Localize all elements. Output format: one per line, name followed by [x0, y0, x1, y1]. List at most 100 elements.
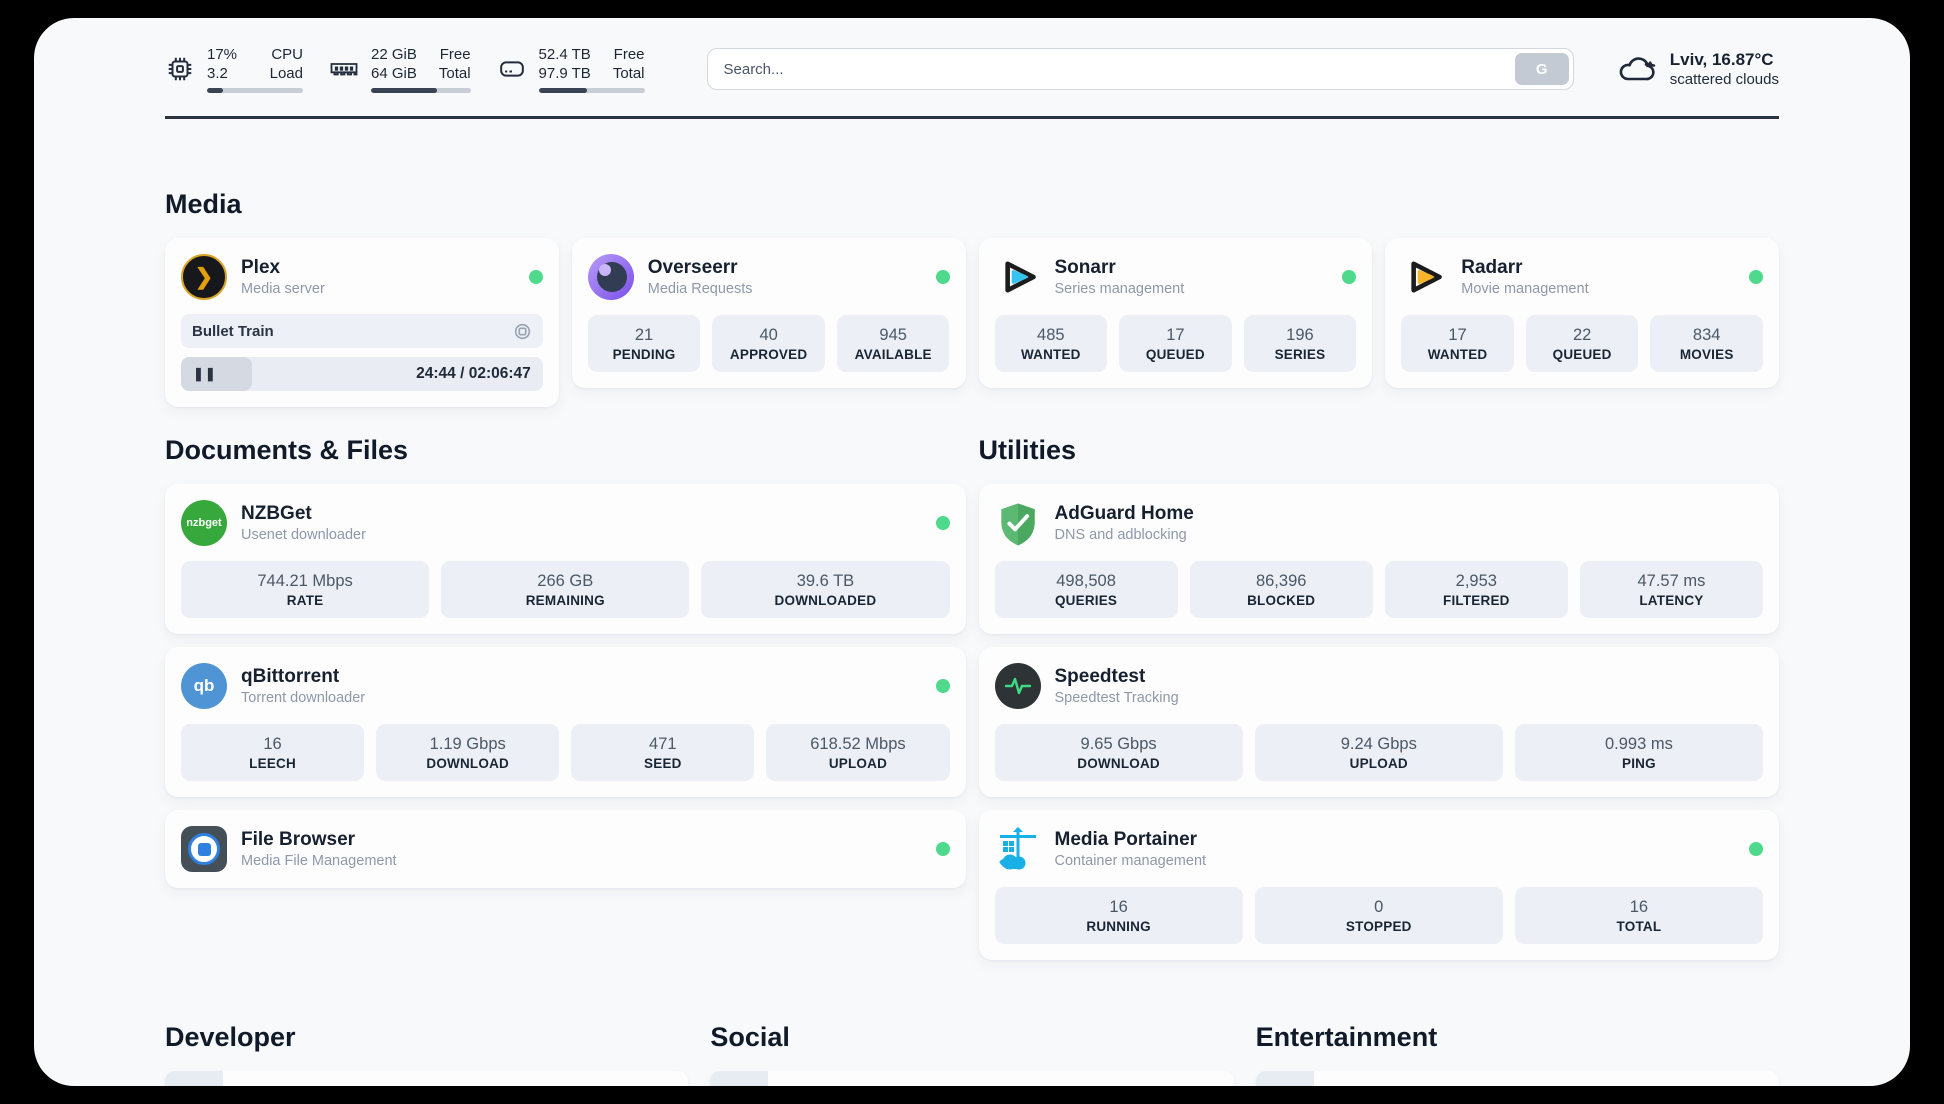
app-card-portainer[interactable]: Media Portainer Container management 16 … — [978, 810, 1779, 960]
stat-pill: 16 TOTAL — [1514, 887, 1764, 944]
section-title-entertainment: Entertainment — [1255, 1022, 1438, 1052]
app-name: Sonarr — [1054, 256, 1116, 278]
stat-label: MOVIES — [1679, 347, 1734, 362]
stat-pill: 16 LEECH — [181, 724, 365, 781]
nzbget-wordmark: nzbget — [186, 517, 222, 529]
stat-pill: 744.21 Mbps RATE — [181, 561, 430, 618]
app-card-radarr[interactable]: Radarr Movie management 17 WANTED 22 QUE… — [1385, 238, 1779, 388]
bookmark-name: Github — [240, 1085, 290, 1086]
stat-pill: 266 GB REMAINING — [441, 561, 690, 618]
app-description: Speedtest Tracking — [1054, 689, 1179, 706]
search-engine-button[interactable]: G — [1514, 53, 1569, 85]
stat-label: DOWNLOAD — [1077, 756, 1160, 771]
stat-pill: 471 SEED — [571, 724, 755, 781]
section-title-documents: Documents & Files — [165, 435, 409, 465]
search-bar: G — [706, 48, 1574, 90]
app-card-plex[interactable]: ❯ Plex Media server Bullet Train ❚❚ 24:4… — [165, 238, 559, 407]
bookmark-link[interactable]: GH Github github.com — [165, 1071, 689, 1086]
stat-label: TOTAL — [1616, 919, 1662, 934]
stat-label: REMAINING — [525, 593, 605, 608]
entertainment-section: Entertainment YT YouTube youtube.com NF … — [1255, 1022, 1779, 1086]
social-links: LI LinkedIn linkedin.com TW Twitter twit… — [710, 1071, 1234, 1086]
section-title-utilities: Utilities — [978, 435, 1077, 465]
status-dot — [935, 679, 950, 693]
status-dot — [1749, 270, 1763, 284]
bookmark-link[interactable]: LI LinkedIn linkedin.com — [710, 1071, 1234, 1086]
status-dot — [528, 270, 543, 284]
stat-label: QUERIES — [1054, 593, 1118, 608]
plex-chevron-glyph: ❯ — [194, 264, 214, 289]
stat-value: 22 — [1572, 326, 1592, 344]
app-card-sonarr[interactable]: Sonarr Series management 485 WANTED 17 Q… — [978, 238, 1373, 388]
developer-section: Developer GH Github github.com SO StackO… — [165, 1022, 689, 1086]
stat-pill: 47.57 ms LATENCY — [1579, 561, 1763, 618]
stats-row: 16 RUNNING 0 STOPPED 16 TOTAL — [994, 887, 1764, 944]
stat-pill: 22 QUEUED — [1525, 315, 1639, 372]
status-dot — [935, 842, 950, 856]
stat-pill: 2,953 FILTERED — [1384, 561, 1568, 618]
weather-location: Lviv, 16.87°C — [1669, 49, 1774, 69]
cpu-usage-value: 17% — [207, 46, 238, 63]
stat-value: 47.57 ms — [1637, 572, 1706, 590]
stat-label: LEECH — [249, 756, 296, 771]
status-dot — [1342, 270, 1357, 284]
stat-pill: 86,396 BLOCKED — [1189, 561, 1373, 618]
sonarr-icon — [1004, 261, 1036, 293]
stat-pill: 945 AVAILABLE — [836, 315, 950, 372]
app-description: Media Requests — [647, 280, 753, 297]
app-card-filebrowser[interactable]: File Browser Media File Management — [165, 810, 966, 888]
playback-time: 24:44 / 02:06:47 — [416, 365, 531, 382]
stat-value: 16 — [1629, 898, 1649, 916]
stat-label: DOWNLOAD — [426, 756, 509, 771]
stat-pill: 39.6 TB DOWNLOADED — [701, 561, 950, 618]
disk-total-value: 97.9 TB — [538, 65, 591, 82]
stat-value: 945 — [879, 326, 907, 344]
search-input[interactable] — [706, 48, 1574, 90]
app-card-speedtest[interactable]: Speedtest Speedtest Tracking 9.65 Gbps D… — [978, 647, 1779, 797]
entertainment-links: YT YouTube youtube.com NF Netflix netfli… — [1255, 1071, 1779, 1086]
cpu-progress-track — [207, 88, 303, 93]
bookmark-link[interactable]: YT YouTube youtube.com — [1255, 1071, 1779, 1086]
stat-label: WANTED — [1020, 347, 1081, 362]
stat-label: WANTED — [1427, 347, 1488, 362]
memory-stat: 22 GiB 64 GiB Free Total — [329, 45, 471, 93]
app-description: DNS and adblocking — [1054, 526, 1187, 543]
stat-pill: 498,508 QUERIES — [994, 561, 1178, 618]
app-card-overseerr[interactable]: Overseerr Media Requests 21 PENDING 40 A… — [571, 238, 966, 388]
stat-label: LATENCY — [1639, 593, 1704, 608]
pause-icon[interactable]: ❚❚ — [193, 366, 217, 382]
app-name: NZBGet — [241, 502, 312, 524]
app-name: qBittorrent — [241, 665, 340, 687]
stat-label: RUNNING — [1086, 919, 1151, 934]
app-card-nzbget[interactable]: nzbget NZBGet Usenet downloader 744.21 M… — [165, 484, 966, 634]
nzbget-icon: nzbget — [181, 500, 227, 546]
screenshot-frame: 17% 3.2 CPU Load 22 GiB 64 GiB Free Tota… — [0, 0, 1944, 1104]
app-card-qbittorrent[interactable]: qb qBittorrent Torrent downloader 16 LEE… — [165, 647, 966, 797]
plex-icon: ❯ — [181, 254, 227, 300]
stat-value: 0.993 ms — [1604, 735, 1673, 753]
bookmark-badge: LI — [710, 1071, 769, 1086]
stat-pill: 834 MOVIES — [1650, 315, 1763, 372]
app-description: Torrent downloader — [241, 689, 366, 706]
stat-value: 17 — [1166, 326, 1185, 344]
bookmark-name: LinkedIn — [785, 1085, 849, 1086]
app-description: Media File Management — [241, 852, 397, 869]
now-playing-title: Bullet Train — [192, 322, 274, 340]
video-icon — [514, 323, 530, 339]
cpu-progress-fill — [207, 88, 224, 93]
cpu-load-value: 3.2 — [207, 65, 228, 82]
header-bar: 17% 3.2 CPU Load 22 GiB 64 GiB Free Tota… — [165, 18, 1779, 93]
floppy-disk-icon — [197, 842, 211, 856]
app-name: Plex — [241, 256, 281, 278]
bookmark-badge: YT — [1255, 1071, 1314, 1086]
stat-label: RATE — [286, 593, 324, 608]
speedtest-icon — [994, 663, 1041, 709]
stat-value: 0 — [1374, 898, 1384, 916]
weather-widget[interactable]: Lviv, 16.87°C scattered clouds — [1616, 48, 1779, 90]
app-card-adguard[interactable]: AdGuard Home DNS and adblocking 498,508 … — [978, 484, 1779, 634]
now-playing-row[interactable]: Bullet Train — [181, 314, 543, 348]
ram-icon — [330, 63, 358, 76]
stat-pill: 1.19 Gbps DOWNLOAD — [376, 724, 560, 781]
stat-value: 39.6 TB — [796, 572, 855, 590]
playback-progress-bar[interactable]: ❚❚ 24:44 / 02:06:47 — [181, 357, 543, 391]
